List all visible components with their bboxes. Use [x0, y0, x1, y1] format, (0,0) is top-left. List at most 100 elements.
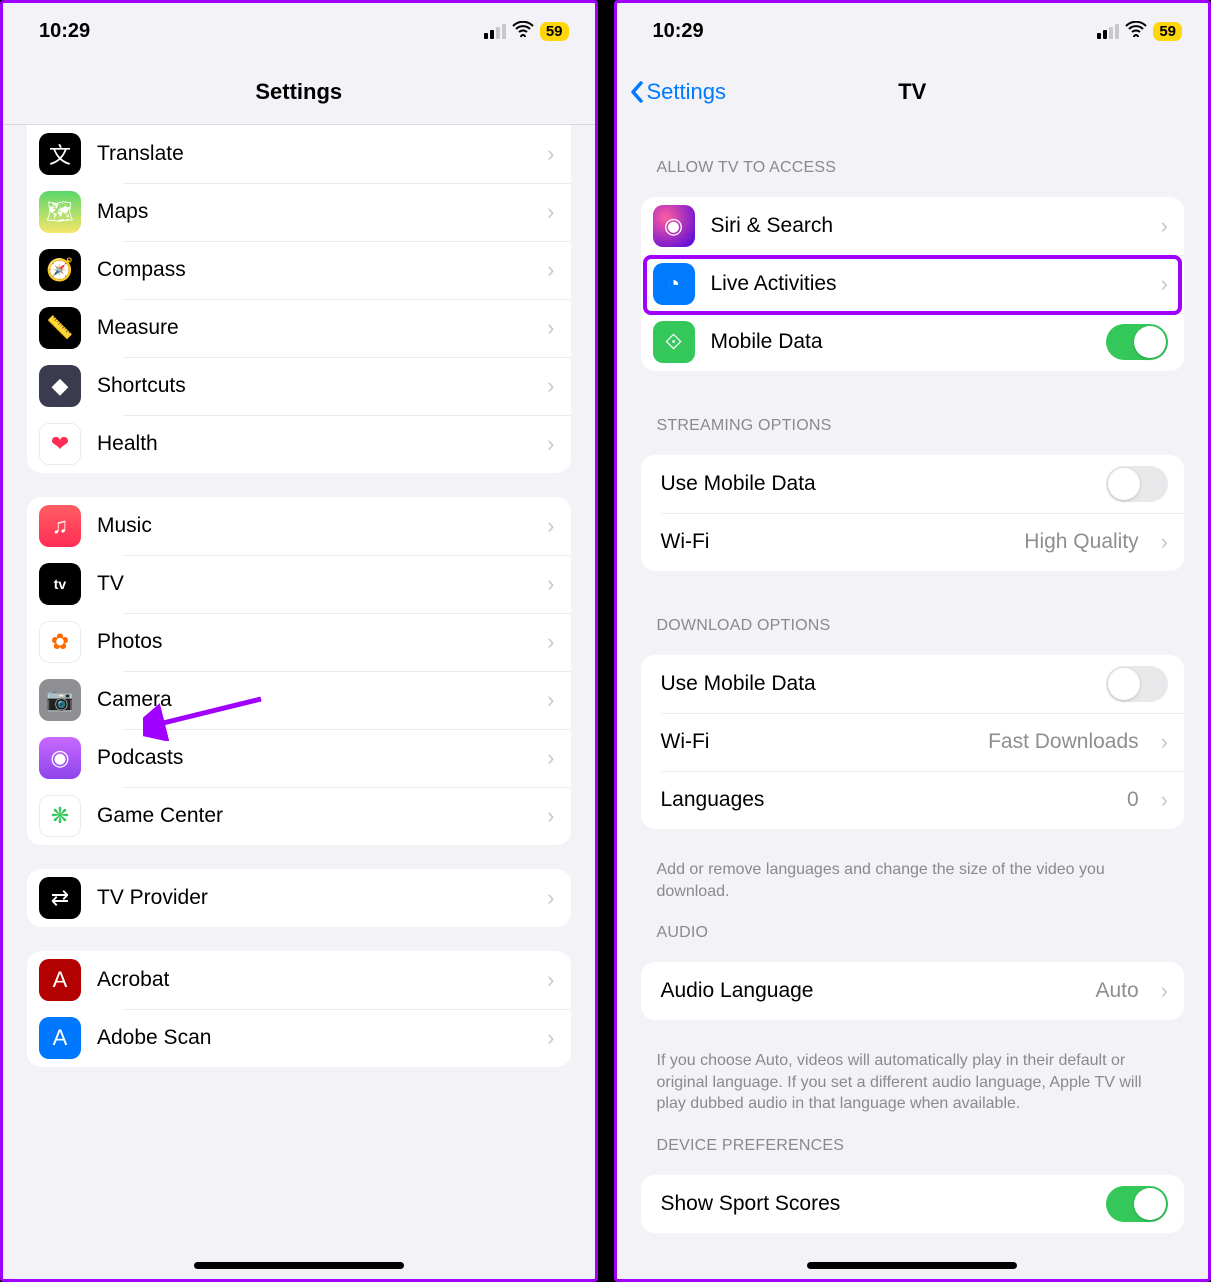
row-label: Camera	[97, 688, 531, 712]
settings-group-thirdparty: AAcrobat›AAdobe Scan›	[27, 951, 571, 1067]
group-allow: ◉ Siri & Search › ◔ Live Activities › ⟐ …	[641, 197, 1185, 371]
row-label: Acrobat	[97, 968, 531, 992]
row-acrobat[interactable]: AAcrobat›	[27, 951, 571, 1009]
row-label: Adobe Scan	[97, 1026, 531, 1050]
row-sport-scores[interactable]: Show Sport Scores	[641, 1175, 1185, 1233]
podcasts-icon: ◉	[39, 737, 81, 779]
row-value: Fast Downloads	[988, 730, 1139, 754]
antenna-icon: ⟐	[653, 321, 695, 363]
row-camera[interactable]: 📷Camera›	[27, 671, 571, 729]
row-label: Wi-Fi	[661, 530, 1009, 554]
shortcuts-icon: ◆	[39, 365, 81, 407]
row-music[interactable]: ♫ Music ›	[27, 497, 571, 555]
status-bar: 10:29 59	[617, 3, 1209, 59]
chevron-right-icon: ›	[1161, 729, 1168, 755]
mobile-data-toggle[interactable]	[1106, 324, 1168, 360]
row-shortcuts[interactable]: ◆Shortcuts›	[27, 357, 571, 415]
adobe-scan-icon: A	[39, 1017, 81, 1059]
row-maps[interactable]: 🗺Maps›	[27, 183, 571, 241]
settings-group-provider: ⇄ TV Provider ›	[27, 869, 571, 927]
row-label: Live Activities	[711, 272, 1145, 296]
status-time: 10:29	[39, 20, 90, 43]
row-siri-search[interactable]: ◉ Siri & Search ›	[641, 197, 1185, 255]
tv-settings-list[interactable]: ALLOW TV TO ACCESS ◉ Siri & Search › ◔ L…	[617, 125, 1209, 1279]
chevron-right-icon: ›	[547, 141, 554, 167]
compass-icon: 🧭	[39, 249, 81, 291]
chevron-right-icon: ›	[547, 629, 554, 655]
tv-provider-icon: ⇄	[39, 877, 81, 919]
row-label: TV Provider	[97, 886, 531, 910]
download-mobile-toggle[interactable]	[1106, 666, 1168, 702]
status-time: 10:29	[653, 20, 704, 43]
wifi-icon	[512, 20, 534, 43]
row-audio-language[interactable]: Audio Language Auto ›	[641, 962, 1185, 1020]
row-download-wifi[interactable]: Wi-Fi Fast Downloads ›	[641, 713, 1185, 771]
music-icon: ♫	[39, 505, 81, 547]
row-label: Music	[97, 514, 531, 538]
camera-icon: 📷	[39, 679, 81, 721]
chevron-right-icon: ›	[1161, 213, 1168, 239]
page-title: Settings	[255, 79, 342, 105]
section-header-streaming: STREAMING OPTIONS	[617, 395, 1209, 443]
back-button[interactable]: Settings	[629, 79, 727, 105]
row-label: Shortcuts	[97, 374, 531, 398]
row-stream-mobile[interactable]: Use Mobile Data	[641, 455, 1185, 513]
chevron-right-icon: ›	[1161, 529, 1168, 555]
settings-group-media: ♫ Music ›tvTV›✿Photos› 📷 Camera › ◉ Podcasts › ❋ G…	[27, 497, 571, 845]
row-mobile-data[interactable]: ⟐ Mobile Data	[641, 313, 1185, 371]
row-label: Translate	[97, 142, 531, 166]
row-podcasts[interactable]: ◉Podcasts›	[27, 729, 571, 787]
row-live-activities[interactable]: ◔ Live Activities ›	[641, 255, 1185, 313]
group-device: Show Sport Scores	[641, 1175, 1185, 1233]
chevron-back-icon	[629, 80, 645, 104]
row-adobe-scan[interactable]: A Adobe Scan ›	[27, 1009, 571, 1067]
row-label: Podcasts	[97, 746, 531, 770]
row-compass[interactable]: 🧭Compass›	[27, 241, 571, 299]
row-translate[interactable]: 文 Translate ›	[27, 125, 571, 183]
chevron-right-icon: ›	[547, 885, 554, 911]
row-tv[interactable]: tvTV›	[27, 555, 571, 613]
row-label: Game Center	[97, 804, 531, 828]
section-header-download: DOWNLOAD OPTIONS	[617, 595, 1209, 643]
audio-footer: If you choose Auto, videos will automati…	[617, 1044, 1209, 1115]
battery-badge: 59	[1153, 22, 1182, 41]
row-value: 0	[1127, 788, 1139, 812]
status-bar: 10:29 59	[3, 3, 595, 59]
sport-scores-toggle[interactable]	[1106, 1186, 1168, 1222]
siri-icon: ◉	[653, 205, 695, 247]
live-activities-icon: ◔	[653, 263, 695, 305]
row-photos[interactable]: ✿Photos›	[27, 613, 571, 671]
settings-list[interactable]: 文Translate›🗺Maps›🧭Compass›📏Measure›◆Shor…	[3, 125, 595, 1279]
chevron-right-icon: ›	[547, 431, 554, 457]
row-label: Maps	[97, 200, 531, 224]
stream-mobile-toggle[interactable]	[1106, 466, 1168, 502]
download-footer: Add or remove languages and change the s…	[617, 853, 1209, 902]
row-value: High Quality	[1024, 530, 1138, 554]
row-game-center[interactable]: ❋Game Center›	[27, 787, 571, 845]
back-label: Settings	[647, 79, 727, 105]
row-tv-provider[interactable]: ⇄ TV Provider ›	[27, 869, 571, 927]
row-label: Languages	[661, 788, 1111, 812]
row-languages[interactable]: Languages 0 ›	[641, 771, 1185, 829]
row-health[interactable]: ❤Health›	[27, 415, 571, 473]
translate-icon: 文	[39, 133, 81, 175]
cellular-icon	[484, 24, 506, 39]
row-label: TV	[97, 572, 531, 596]
row-measure[interactable]: 📏Measure›	[27, 299, 571, 357]
chevron-right-icon: ›	[1161, 787, 1168, 813]
chevron-right-icon: ›	[547, 315, 554, 341]
row-stream-wifi[interactable]: Wi-Fi High Quality ›	[641, 513, 1185, 571]
chevron-right-icon: ›	[547, 967, 554, 993]
row-label: Measure	[97, 316, 531, 340]
row-download-mobile[interactable]: Use Mobile Data	[641, 655, 1185, 713]
chevron-right-icon: ›	[1161, 978, 1168, 1004]
chevron-right-icon: ›	[547, 513, 554, 539]
row-label: Use Mobile Data	[661, 672, 1091, 696]
nav-header: Settings TV	[617, 59, 1209, 125]
chevron-right-icon: ›	[547, 1025, 554, 1051]
settings-group-system: 文Translate›🗺Maps›🧭Compass›📏Measure›◆Shor…	[27, 125, 571, 473]
game-center-icon: ❋	[39, 795, 81, 837]
section-header-audio: AUDIO	[617, 902, 1209, 950]
group-audio: Audio Language Auto ›	[641, 962, 1185, 1020]
group-download: Use Mobile Data Wi-Fi Fast Downloads › L…	[641, 655, 1185, 829]
